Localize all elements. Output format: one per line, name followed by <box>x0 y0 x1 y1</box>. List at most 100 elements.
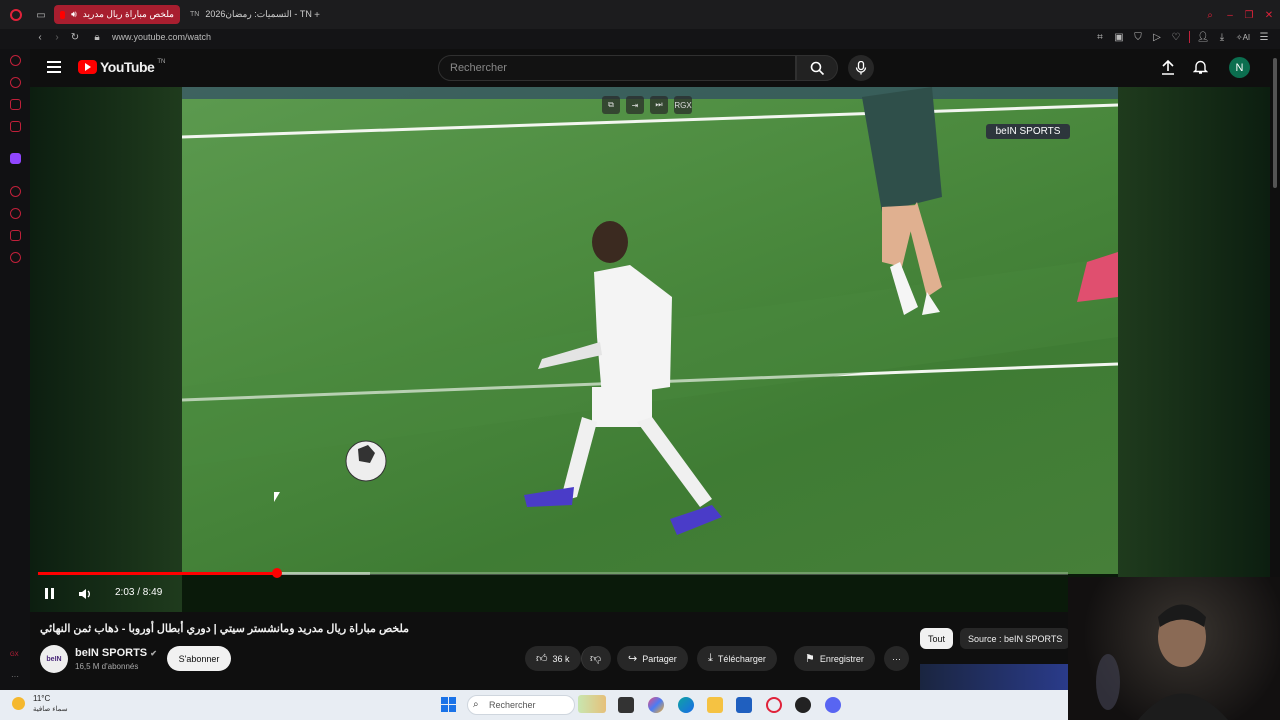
menu-icon[interactable]: ☰ <box>1258 31 1270 43</box>
taskbar-bing-image-icon[interactable] <box>578 695 606 713</box>
back-icon[interactable]: ‹ <box>34 31 46 43</box>
taskbar-store-icon[interactable] <box>736 697 752 713</box>
sidebar-history-icon[interactable] <box>10 208 21 219</box>
taskbar-app-dark-icon[interactable] <box>795 697 811 713</box>
sidebar-messenger-icon[interactable] <box>10 77 21 88</box>
taskbar-search-input[interactable]: Rechercher <box>467 695 575 715</box>
tab-label: ملخص مباراة ريال مدريد <box>82 9 174 19</box>
subscribe-button[interactable]: S'abonner <box>167 646 231 671</box>
player-icon[interactable]: ▷ <box>1151 31 1163 43</box>
aria-ai-icon[interactable]: ✧AI <box>1235 31 1251 43</box>
account-avatar[interactable]: N <box>1229 57 1250 78</box>
channel-name[interactable]: beIN SPORTS ✔︎ <box>75 647 157 659</box>
sidebar-gx-icon[interactable]: GX <box>10 652 19 658</box>
streamer-silhouette <box>1096 604 1228 720</box>
lock-icon: 🔒︎ <box>94 31 100 43</box>
page-scrollbar-thumb[interactable] <box>1273 58 1277 188</box>
tab-islands-icon[interactable]: ▣ <box>1113 31 1125 43</box>
search-button[interactable] <box>796 55 838 81</box>
windows-start-icon[interactable] <box>441 697 456 712</box>
channel-watermark: beIN SPORTS <box>986 124 1070 139</box>
taskbar-edge-icon[interactable] <box>678 697 694 713</box>
volume-button[interactable] <box>78 588 92 600</box>
search-tabs-icon[interactable]: ⌕ <box>1204 9 1216 21</box>
sidebar-settings-icon[interactable] <box>10 252 21 263</box>
heart-icon[interactable]: ♡ <box>1170 31 1182 43</box>
taskbar-opera-gx-icon[interactable] <box>766 697 782 713</box>
download-icon[interactable]: ⤓ <box>1216 31 1228 43</box>
sidebar-player-icon[interactable] <box>10 186 21 197</box>
tab-youtube[interactable]: 🔊︎ ملخص مباراة ريال مدريد <box>54 5 180 24</box>
progress-bar-played <box>38 572 278 575</box>
sidebar-twitch-icon[interactable] <box>10 153 21 164</box>
tn-favicon-icon: TN <box>190 11 200 18</box>
snapshot-icon[interactable]: ⌗ <box>1094 31 1106 43</box>
new-tab-plus-icon[interactable]: + <box>311 9 323 21</box>
share-button[interactable]: ↪ Partager <box>617 646 688 671</box>
chip-source[interactable]: Source : beIN SPORTS <box>960 628 1071 649</box>
profile-icon[interactable]: 👤︎ <box>1197 31 1210 43</box>
mouse-cursor-icon <box>274 492 280 502</box>
opera-logo-icon[interactable] <box>10 9 22 21</box>
search-icon <box>810 61 824 75</box>
tab-blogger[interactable]: TN التسميات: رمضان2026 - TN <box>184 5 312 24</box>
forward-icon[interactable]: › <box>51 31 63 43</box>
create-upload-icon[interactable] <box>1161 59 1175 75</box>
address-bar-tools: ⌗ ▣ ⛉ ▷ ♡ 👤︎ ⤓ ✧AI ☰ <box>1094 31 1270 43</box>
vpn-shield-icon[interactable]: ⛉ <box>1132 31 1144 43</box>
taskbar-search-text: Rechercher <box>489 700 536 710</box>
enter-icon[interactable]: ⇥ <box>626 96 644 114</box>
youtube-region-code: TN <box>157 59 166 65</box>
like-button[interactable]: 👍︎ 36 k <box>525 646 581 671</box>
hamburger-menu-icon[interactable] <box>47 61 61 73</box>
download-button[interactable]: ⤓ Télécharger <box>697 646 777 671</box>
restore-icon[interactable]: ❐ <box>1243 9 1255 21</box>
weather-moon-icon[interactable] <box>12 697 25 710</box>
taskbar-taskview-icon[interactable] <box>618 697 634 713</box>
thumbs-up-icon: 👍︎ <box>536 653 548 665</box>
skip-icon[interactable]: ⏭︎ <box>650 96 668 114</box>
chip-all[interactable]: Tout <box>920 628 954 649</box>
channel-avatar[interactable]: beIN <box>40 645 68 673</box>
workspaces-icon[interactable]: ▭ <box>35 9 47 21</box>
reload-icon[interactable]: ↻ <box>69 31 81 43</box>
popout-icon[interactable]: ⧉ <box>602 96 620 114</box>
taskbar-explorer-icon[interactable] <box>707 697 723 713</box>
url-field[interactable]: www.youtube.com/watch <box>112 32 211 42</box>
sidebar-aria-icon[interactable] <box>10 55 21 66</box>
voice-search-button[interactable] <box>848 55 874 81</box>
sidebar-whatsapp-icon[interactable] <box>10 99 21 110</box>
more-actions-button[interactable]: ··· <box>884 646 909 671</box>
taskbar-copilot-icon[interactable] <box>648 697 664 713</box>
football-scene <box>182 87 1118 535</box>
sidebar-vk-icon[interactable] <box>10 121 21 132</box>
save-button[interactable]: ⚑ Enregistrer <box>794 646 875 671</box>
weather-description[interactable]: سماء صافية <box>33 705 68 713</box>
audio-playing-icon[interactable]: 🔊︎ <box>71 9 77 20</box>
minimize-icon[interactable]: – <box>1224 9 1236 21</box>
channel-name-text[interactable]: beIN SPORTS <box>75 647 147 659</box>
pause-icon <box>45 588 48 599</box>
opera-sidebar <box>0 49 30 690</box>
rgx-label[interactable]: RGX <box>674 96 692 114</box>
share-arrow-icon: ↪ <box>628 653 638 665</box>
video-title: ملخص مباراة ريال مدريد ومانشستر سيتي | د… <box>40 623 410 635</box>
sidebar-more-icon[interactable]: ··· <box>11 672 19 681</box>
download-label: Télécharger <box>717 653 766 664</box>
youtube-play-logo-icon <box>78 60 97 74</box>
related-video-thumbnail[interactable] <box>920 664 1068 690</box>
dislike-button[interactable]: 👎︎ <box>581 646 611 671</box>
time-display: 2:03 / 8:49 <box>115 587 163 598</box>
tab-label: التسميات: رمضان2026 - TN <box>205 9 312 19</box>
pause-button[interactable] <box>45 588 57 600</box>
youtube-logo[interactable]: YouTube TN <box>78 59 165 75</box>
sidebar-extensions-icon[interactable] <box>10 230 21 241</box>
close-window-icon[interactable]: ✕ <box>1263 9 1275 21</box>
more-horizontal-icon: ··· <box>892 653 901 664</box>
video-popout-controls: ⧉ ⇥ ⏭︎ RGX <box>602 96 698 114</box>
notifications-bell-icon[interactable] <box>1193 59 1208 75</box>
weather-temperature[interactable]: 11°C <box>33 694 50 703</box>
taskbar-discord-icon[interactable] <box>825 697 841 713</box>
video-frame[interactable] <box>182 87 1118 574</box>
search-input[interactable]: Rechercher <box>438 55 796 81</box>
